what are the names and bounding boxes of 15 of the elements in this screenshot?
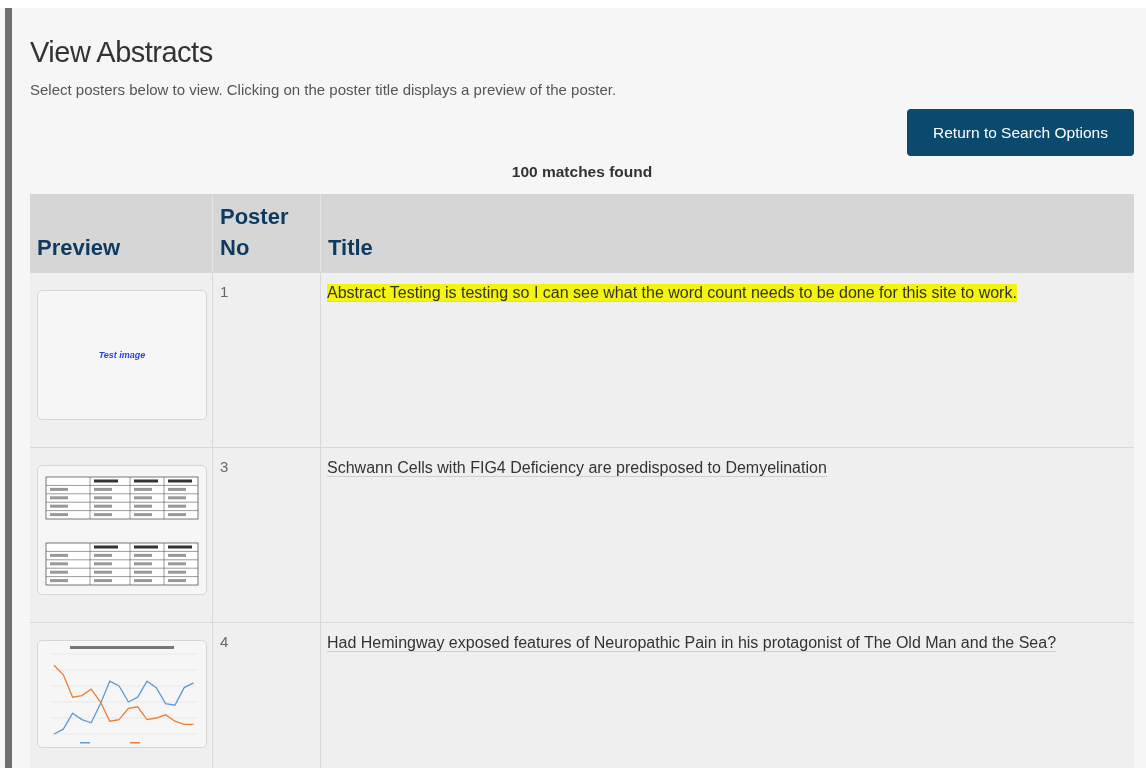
poster-title-link[interactable]: Schwann Cells with FIG4 Deficiency are predisposed to Demyelination — [327, 459, 827, 477]
poster-title-link[interactable]: Abstract Testing is testing so I can see what the word count needs to be done for this site to work. — [327, 284, 1017, 302]
poster-number: 3 — [220, 458, 229, 475]
column-header: Preview — [30, 194, 213, 272]
poster-number: 1 — [220, 283, 229, 300]
poster-number: 4 — [220, 633, 229, 650]
return-button[interactable]: Return to Search Options — [907, 109, 1134, 156]
page-title: View Abstracts — [30, 36, 214, 69]
poster-title-link[interactable]: Had Hemingway exposed features of Neuropathic Pain in his protagonist of The Old Man and the Sea? — [327, 634, 1057, 652]
intro-text: Select posters below to view. Clicking on the poster title displays a preview of the poster. — [30, 81, 618, 98]
match-count: 100 matches found — [510, 163, 654, 181]
column-header: Title — [321, 194, 1134, 272]
thumbnail-text: Test image — [98, 350, 146, 360]
poster-thumbnail[interactable]: Test image — [37, 290, 207, 420]
column-header: Poster No — [213, 194, 321, 272]
